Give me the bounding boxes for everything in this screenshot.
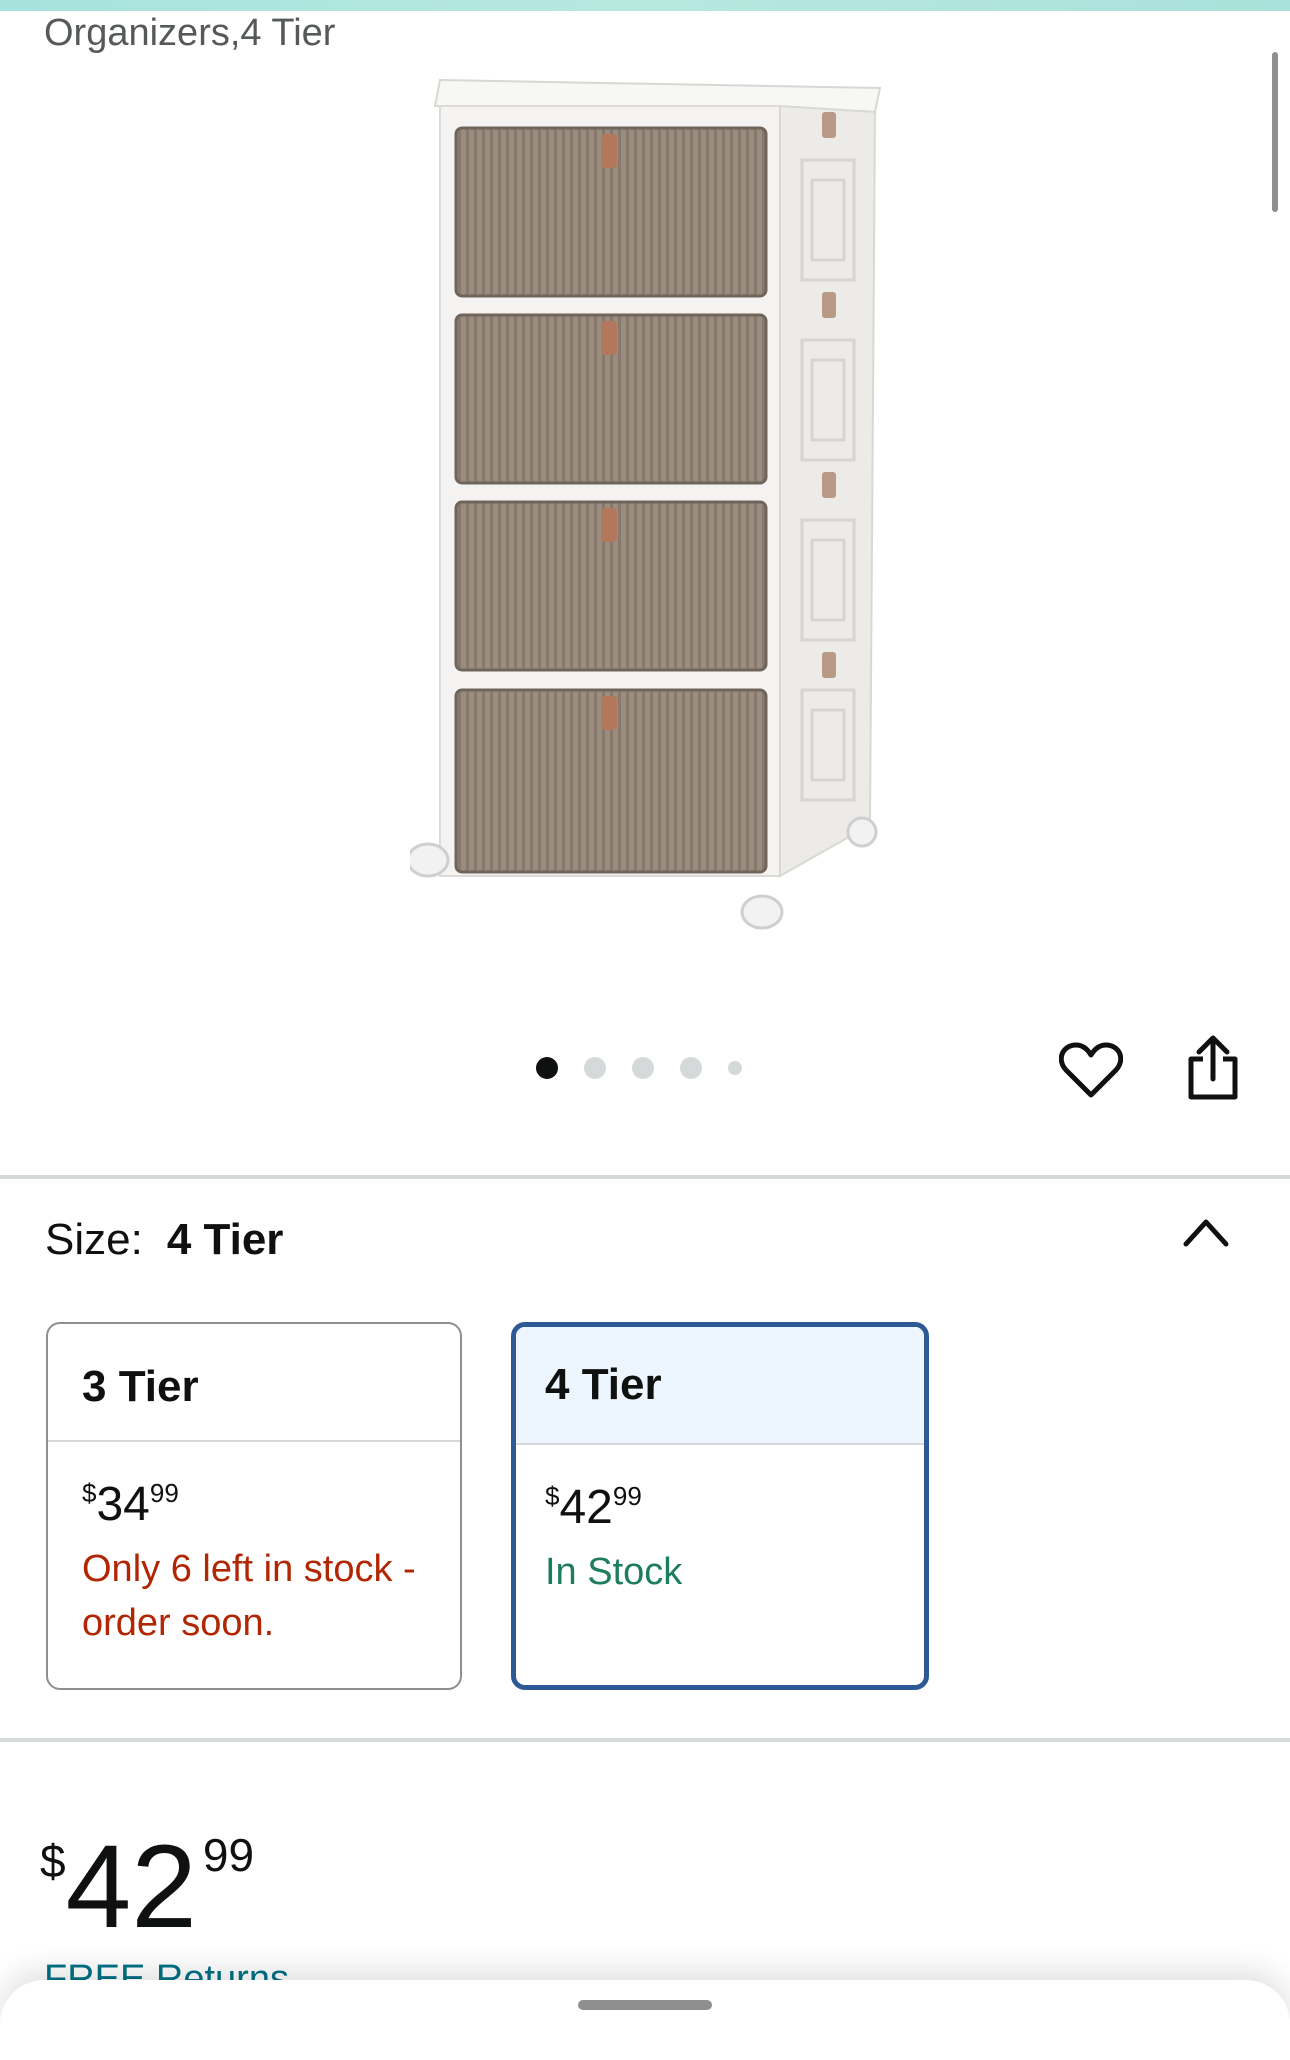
pager-dot[interactable]: [680, 1057, 702, 1079]
section-divider: [0, 1738, 1290, 1742]
size-selector-header: Size: 4 Tier: [45, 1215, 283, 1265]
product-title-fragment: Organizers,4 Tier: [44, 12, 336, 54]
size-option-4-tier[interactable]: 4 Tier $4299 In Stock: [511, 1322, 929, 1690]
scrollbar[interactable]: [1272, 52, 1278, 212]
stock-status: In Stock: [545, 1551, 683, 1593]
pager-dot[interactable]: [728, 1061, 742, 1075]
size-option-3-tier[interactable]: 3 Tier $3499 Only 6 left in stock - orde…: [46, 1322, 462, 1690]
image-pager[interactable]: [536, 1057, 768, 1079]
section-divider: [0, 1175, 1290, 1179]
top-accent-strip: [0, 0, 1290, 11]
home-indicator[interactable]: [578, 2000, 712, 2010]
product-image[interactable]: [410, 70, 890, 950]
heart-icon[interactable]: [1055, 1038, 1127, 1102]
size-option-price: $3499: [82, 1478, 179, 1531]
size-option-price: $4299: [545, 1481, 642, 1534]
bottom-sheet[interactable]: [0, 1980, 1290, 2060]
pager-dot[interactable]: [632, 1057, 654, 1079]
stock-status: Only 6 left in stock - order soon.: [82, 1548, 416, 1644]
pager-dot[interactable]: [536, 1057, 558, 1079]
share-icon[interactable]: [1180, 1032, 1246, 1104]
size-option-name: 3 Tier: [48, 1324, 460, 1442]
size-option-name: 4 Tier: [516, 1327, 924, 1445]
product-price: $42 99: [40, 1821, 255, 1953]
chevron-up-icon[interactable]: [1180, 1212, 1232, 1252]
selected-size-value: 4 Tier: [166, 1215, 284, 1264]
pager-dot[interactable]: [584, 1057, 606, 1079]
size-label: Size:: [45, 1215, 143, 1264]
